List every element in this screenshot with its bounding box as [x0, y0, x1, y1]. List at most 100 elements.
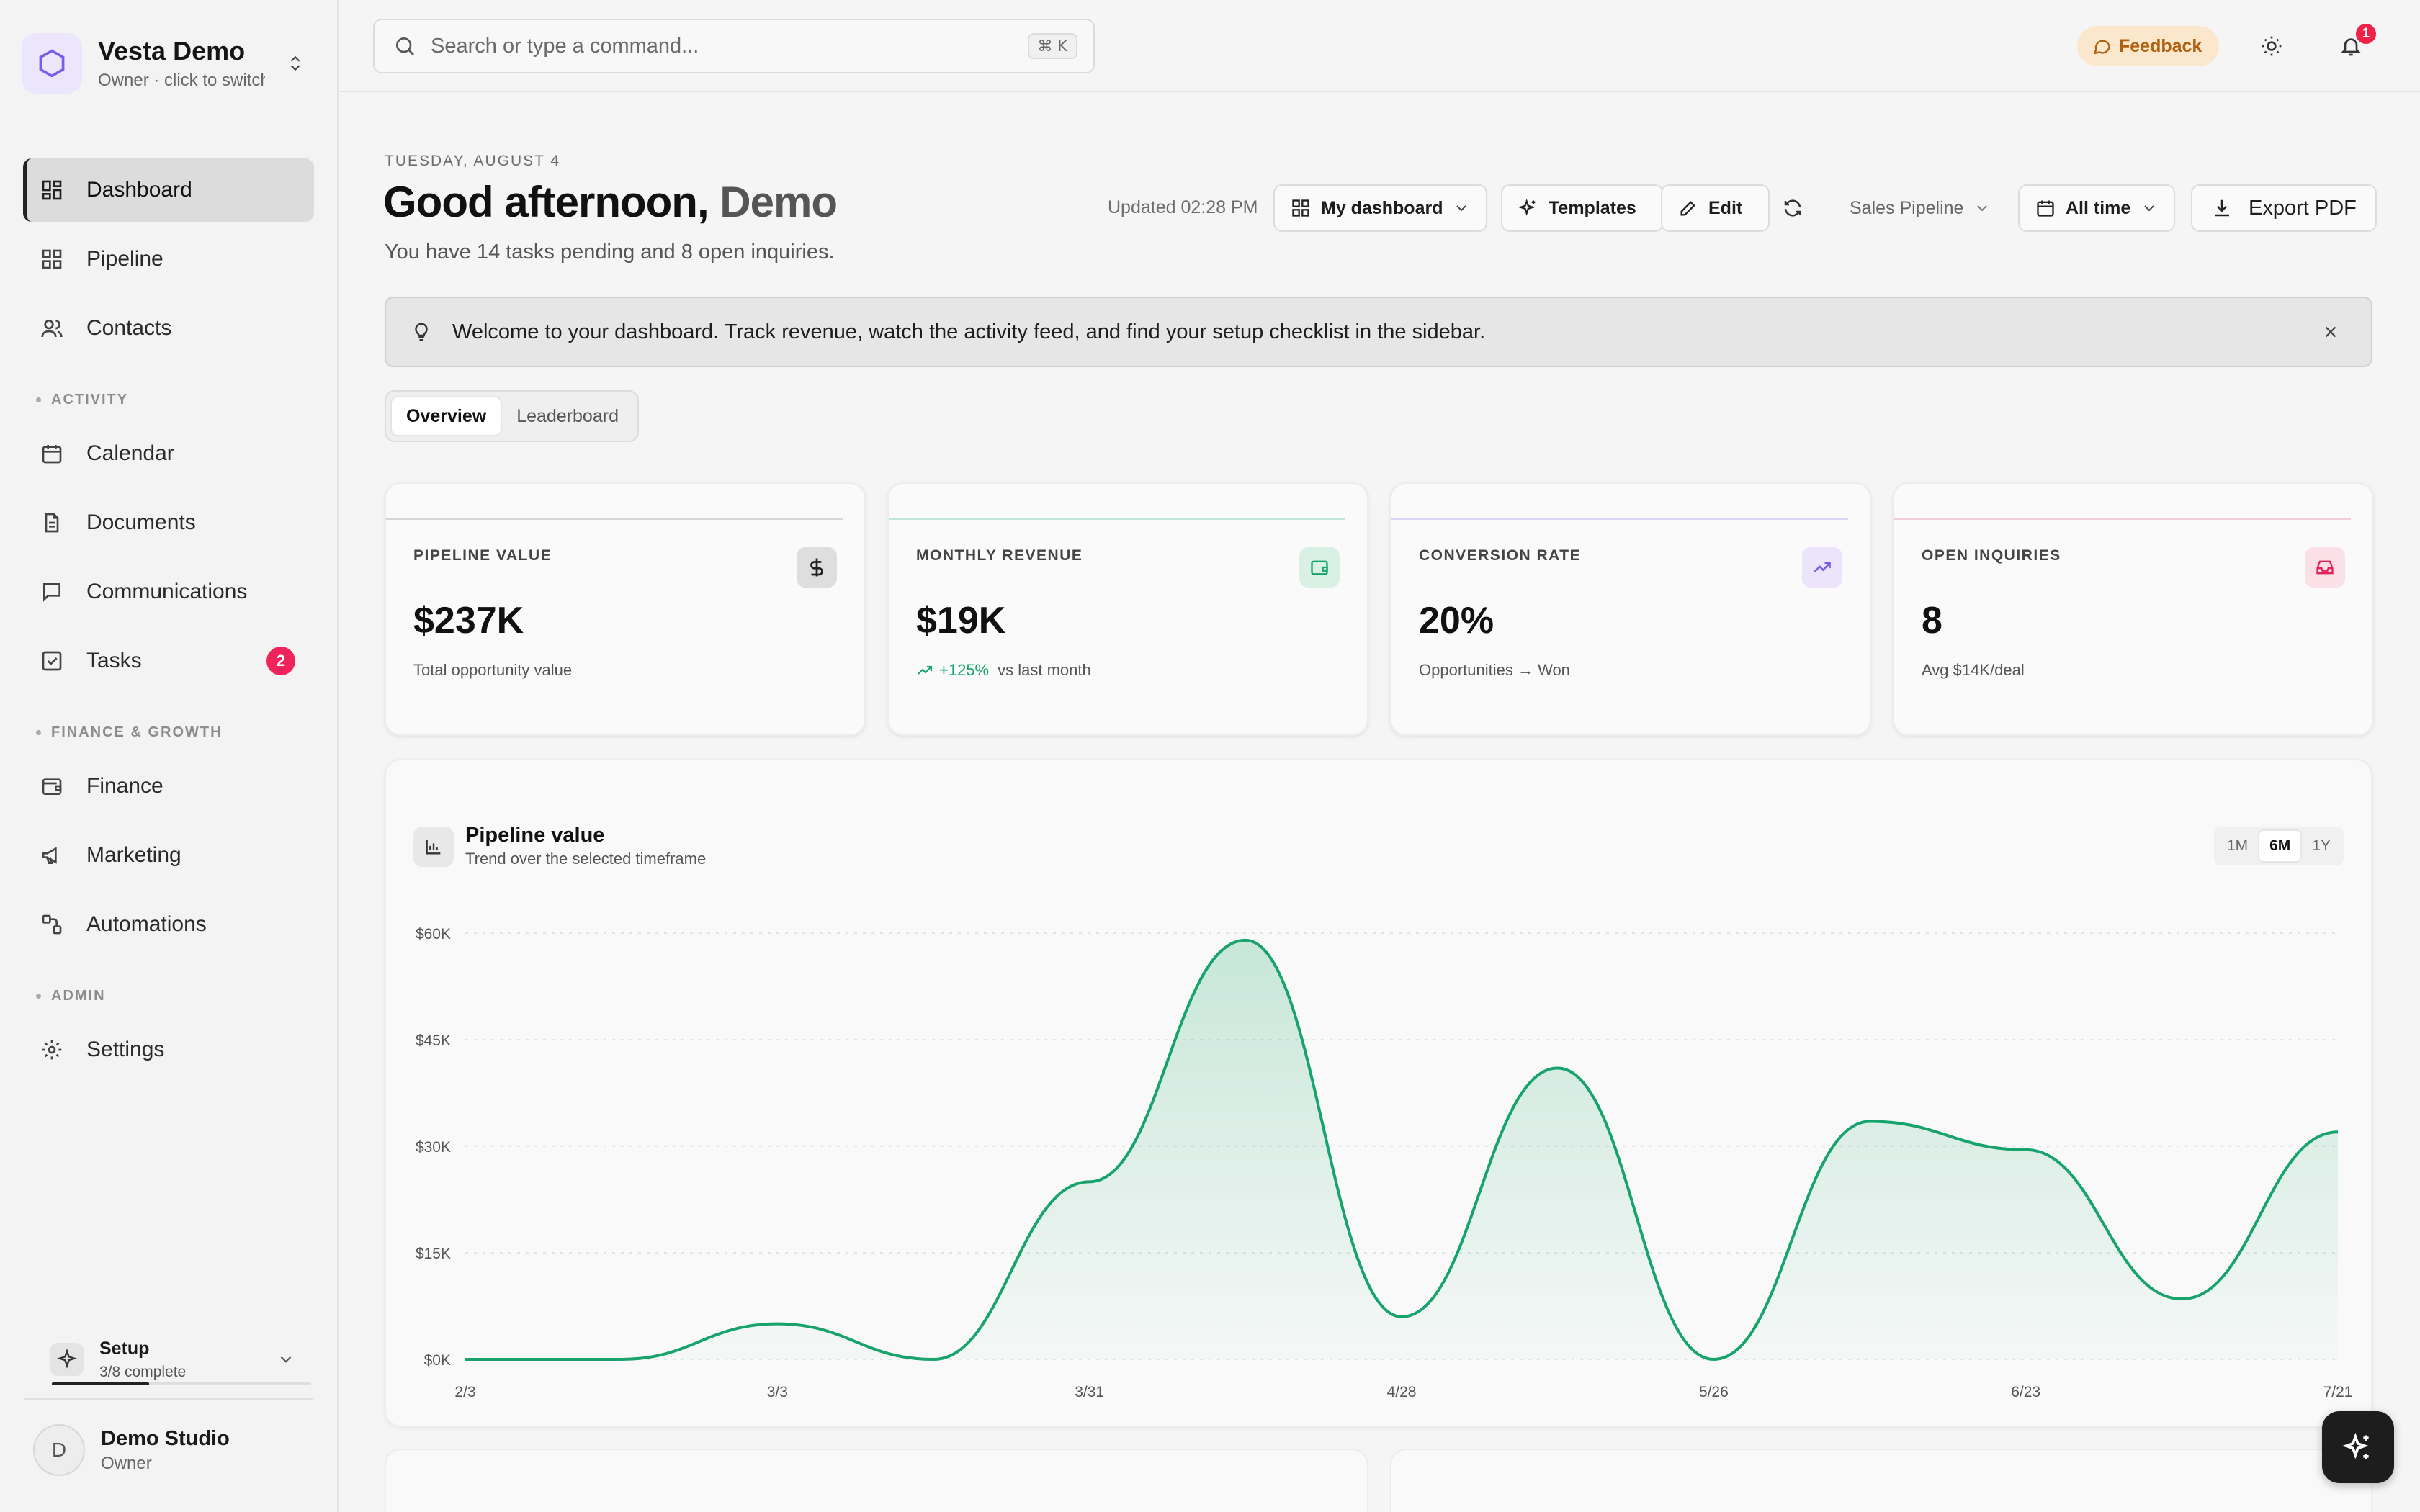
chevron-up-down-icon[interactable] [281, 49, 310, 78]
sidebar-item-dashboard[interactable]: Dashboard [23, 158, 314, 222]
date-range-select[interactable]: All time [2018, 184, 2176, 232]
range-1m[interactable]: 1M [2217, 829, 2258, 863]
welcome-banner: Welcome to your dashboard. Track revenue… [385, 297, 2372, 367]
chevron-down-icon [2144, 205, 2155, 212]
dashboard-select[interactable]: My dashboard [1273, 184, 1488, 232]
greeting-name: Demo [720, 178, 838, 226]
bottom-card-right [1390, 1449, 2372, 1512]
chart-range-toggle: 1M 6M 1Y [2213, 827, 2344, 865]
stat-card-open-inquiries: OPEN INQUIRIES 8 Avg $14K/deal [1893, 482, 2374, 736]
checkbox-icon [39, 648, 65, 674]
templates-button[interactable]: Templates [1501, 184, 1664, 232]
sidebar-item-label: Tasks [86, 649, 142, 672]
range-6m[interactable]: 6M [2258, 829, 2303, 863]
calendar-icon [39, 441, 65, 467]
stat-label: MONTHLY REVENUE [916, 547, 1083, 564]
tab-overview[interactable]: Overview [390, 396, 503, 436]
message-circle-icon [2094, 40, 2110, 55]
tab-leaderboard[interactable]: Leaderboard [502, 396, 633, 436]
sidebar-item-communications[interactable]: Communications [23, 560, 314, 624]
close-icon[interactable] [2316, 318, 2345, 346]
refresh-button[interactable] [1765, 184, 1821, 232]
bar-chart-icon [413, 827, 454, 867]
theme-toggle-button[interactable] [2251, 26, 2292, 66]
setup-checklist[interactable]: Setup 3/8 complete [50, 1333, 295, 1385]
notification-count-badge: 1 [2354, 22, 2378, 46]
layout-grid-icon [1292, 199, 1309, 217]
user-role: Owner [101, 1453, 152, 1473]
shortcut-hint: ⌘ K [1027, 33, 1077, 59]
card-accent-line [1894, 518, 2351, 520]
user-profile[interactable]: D Demo Studio Owner [33, 1423, 230, 1477]
stat-value: $19K [916, 600, 1006, 642]
section-admin: ADMIN [39, 988, 106, 1004]
chart-subtitle: Trend over the selected timeframe [465, 850, 707, 868]
sidebar-item-label: Settings [86, 1038, 165, 1061]
sidebar-item-pipeline[interactable]: Pipeline [23, 228, 314, 291]
trend-percent: +125% [939, 661, 990, 679]
chevron-down-icon[interactable] [277, 1350, 295, 1369]
pipeline-select-label: Sales Pipeline [1850, 197, 1964, 218]
edit-button[interactable]: Edit [1661, 184, 1770, 232]
stat-subtext: vs last month [998, 661, 1091, 679]
setup-progress-bar [52, 1382, 311, 1385]
sidebar-item-tasks[interactable]: Tasks 2 [23, 629, 314, 693]
sidebar-item-label: Pipeline [86, 247, 163, 271]
sidebar-item-label: Dashboard [86, 178, 192, 202]
x-tick-label: 3/3 [767, 1384, 788, 1400]
wallet-icon [39, 773, 65, 799]
workspace-switcher[interactable]: Vesta Demo Owner · click to switch [22, 32, 310, 95]
notifications-button[interactable]: 1 [2331, 22, 2378, 66]
sidebar-item-marketing[interactable]: Marketing [23, 824, 314, 887]
search-bar[interactable]: Search or type a command... ⌘ K [373, 19, 1095, 73]
x-tick-label: 2/3 [454, 1384, 475, 1400]
greeting-text: Good afternoon, [383, 178, 709, 226]
search-input[interactable]: Search or type a command... [431, 35, 1028, 58]
export-pdf-button[interactable]: Export PDF [2191, 184, 2377, 232]
sparkles-icon [1518, 199, 1536, 216]
stat-label: OPEN INQUIRIES [1922, 547, 2061, 564]
pipeline-select[interactable]: Sales Pipeline [1822, 184, 2008, 232]
sidebar-item-label: Communications [86, 580, 248, 603]
trending-up-icon [918, 665, 933, 675]
x-tick-label: 4/28 [1387, 1384, 1417, 1400]
sidebar-item-label: Automations [86, 912, 207, 936]
pencil-icon [1680, 201, 1695, 216]
gear-icon [39, 1037, 65, 1063]
y-tick-label: $45K [416, 1032, 451, 1049]
calendar-icon [2037, 200, 2054, 217]
banner-text: Welcome to your dashboard. Track revenue… [452, 320, 1486, 343]
feedback-label: Feedback [2119, 35, 2202, 56]
sidebar-item-settings[interactable]: Settings [23, 1018, 314, 1081]
edit-label: Edit [1708, 197, 1743, 218]
sidebar-item-contacts[interactable]: Contacts [23, 297, 314, 360]
grid-icon [39, 246, 65, 272]
feedback-button[interactable]: Feedback [2077, 26, 2220, 66]
stat-trend: +125% vs last month [916, 661, 1091, 680]
sidebar-item-documents[interactable]: Documents [23, 491, 314, 554]
bottom-card-left [385, 1449, 1368, 1512]
stat-card-conversion-rate: CONVERSION RATE 20% Opportunities → Won [1390, 482, 1871, 736]
avatar: D [33, 1424, 85, 1476]
sparkles-icon [2342, 1432, 2369, 1459]
setup-progress-fill [52, 1382, 149, 1385]
x-tick-label: 3/31 [1075, 1384, 1104, 1400]
card-accent-line [1392, 518, 1848, 520]
inbox-icon [2305, 547, 2345, 588]
stat-card-monthly-revenue: MONTHLY REVENUE $19K +125% vs last month [887, 482, 1368, 736]
x-tick-label: 6/23 [2011, 1384, 2040, 1400]
ai-assistant-button[interactable] [2322, 1411, 2394, 1483]
date-range-label: All time [2066, 197, 2131, 218]
workflow-icon [39, 912, 65, 937]
search-icon [393, 35, 416, 58]
dollar-icon [797, 547, 837, 588]
range-1y[interactable]: 1Y [2302, 829, 2341, 863]
series-area [465, 940, 2338, 1359]
sidebar-item-calendar[interactable]: Calendar [23, 422, 314, 485]
sidebar-item-finance[interactable]: Finance [23, 755, 314, 818]
refresh-icon [1784, 199, 1801, 217]
sidebar-item-automations[interactable]: Automations [23, 893, 314, 956]
hexagon-logo-icon [22, 33, 82, 94]
sidebar-item-label: Calendar [86, 441, 174, 465]
chart-title: Pipeline value [465, 824, 605, 847]
